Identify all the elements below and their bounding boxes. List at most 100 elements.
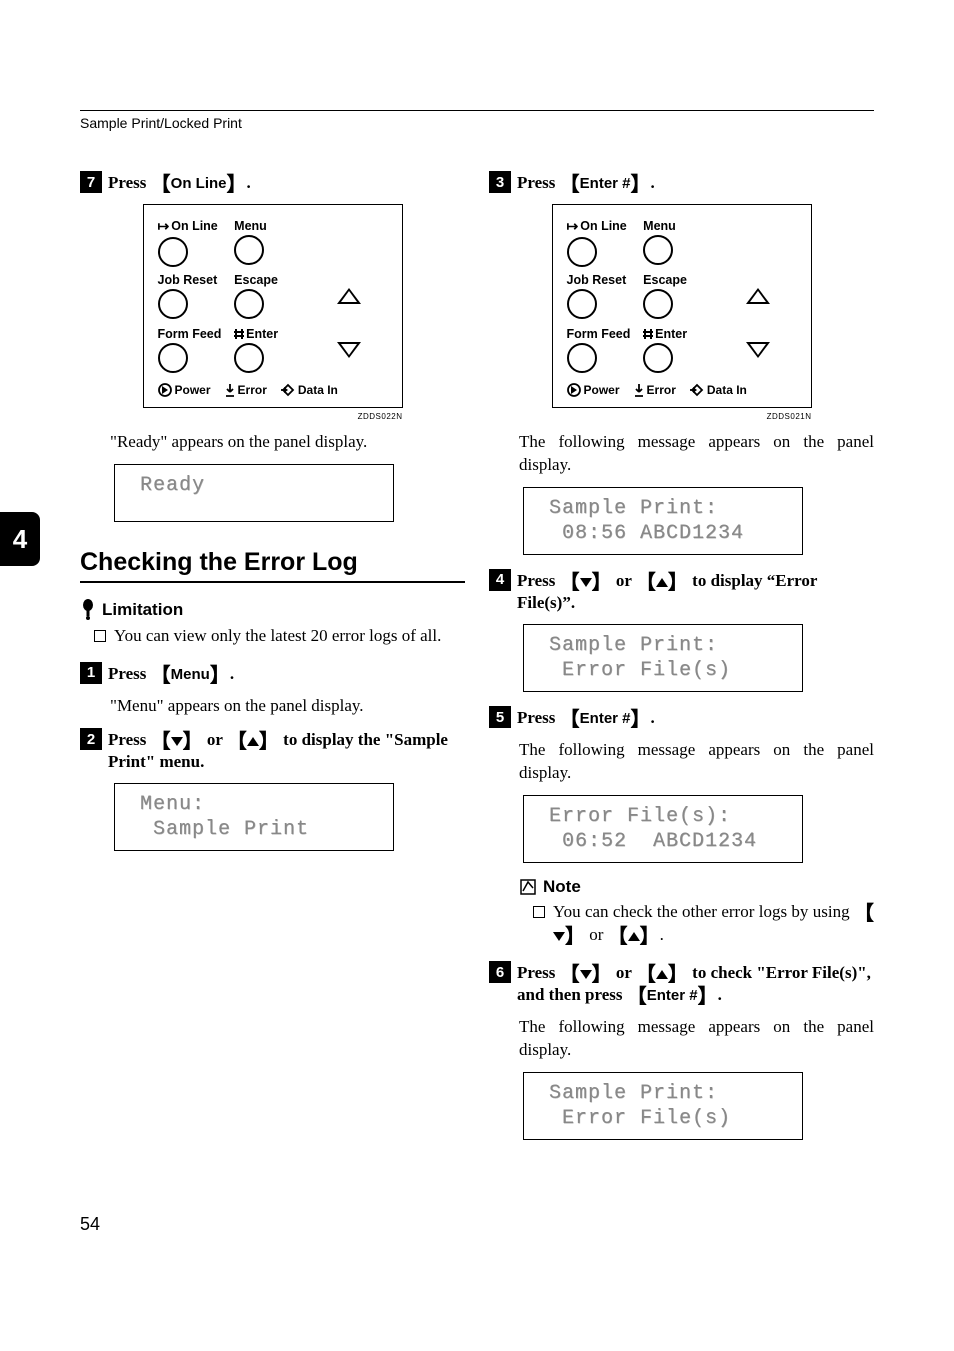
step-number: 7 bbox=[80, 171, 102, 193]
step-text: Press bbox=[517, 708, 560, 727]
key-label: Enter # bbox=[580, 175, 631, 192]
step-text-b: or bbox=[203, 730, 227, 749]
step-text-b: or bbox=[612, 571, 636, 590]
down-arrow-button bbox=[337, 342, 361, 358]
up-arrow-button bbox=[746, 288, 770, 304]
panel-label-escape: Escape bbox=[234, 273, 278, 287]
bullet-icon bbox=[94, 630, 106, 642]
note-label: Note bbox=[543, 877, 581, 897]
step-text-a: Press bbox=[517, 963, 560, 982]
panel-label-jobreset: Job Reset bbox=[567, 273, 627, 287]
key-label: Enter # bbox=[580, 710, 631, 727]
escape-button bbox=[643, 289, 673, 319]
step-6: 6 Press 【】 or 【】 to check "Error File(s)… bbox=[489, 961, 874, 1006]
down-arrow-button bbox=[746, 342, 770, 358]
up-arrow-button bbox=[337, 288, 361, 304]
step-number: 5 bbox=[489, 706, 511, 728]
panel-label-error: Error bbox=[647, 383, 676, 397]
panel-caption: ZDDS022N bbox=[143, 412, 403, 421]
lcd-display: Menu: Sample Print bbox=[114, 783, 394, 851]
step-suffix: . bbox=[651, 708, 655, 727]
step-number: 3 bbox=[489, 171, 511, 193]
panel-label-formfeed: Form Feed bbox=[567, 327, 631, 341]
limitation-item: You can view only the latest 20 error lo… bbox=[94, 625, 465, 648]
step-number: 4 bbox=[489, 569, 511, 591]
message-description: The following message appears on the pan… bbox=[519, 431, 874, 477]
note-heading: Note bbox=[519, 877, 874, 897]
panel-label-enter: Enter bbox=[246, 327, 278, 341]
key-label: On Line bbox=[171, 175, 227, 192]
step-number: 2 bbox=[80, 728, 102, 750]
side-tab: 4 bbox=[0, 512, 40, 566]
limitation-label: Limitation bbox=[102, 600, 183, 620]
enter-button bbox=[643, 343, 673, 373]
step-text: Press bbox=[517, 173, 560, 192]
step-text: Press bbox=[108, 664, 151, 683]
step-2: 2 Press 【】 or 【】 to display the "Sample … bbox=[80, 728, 465, 773]
header-rule bbox=[80, 110, 874, 111]
step-suffix: . bbox=[247, 173, 251, 192]
bullet-icon bbox=[533, 906, 545, 918]
panel-label-power: Power bbox=[175, 383, 211, 397]
up-arrow-icon bbox=[656, 578, 668, 587]
step-5: 5 Press 【Enter #】. bbox=[489, 706, 874, 729]
menu-button bbox=[234, 235, 264, 265]
escape-button bbox=[234, 289, 264, 319]
note-text-a: You can check the other error logs by us… bbox=[553, 902, 854, 921]
page-number: 54 bbox=[80, 1214, 874, 1235]
online-button bbox=[158, 237, 188, 267]
ready-description: "Ready" appears on the panel display. bbox=[110, 431, 465, 454]
step-text-d: . bbox=[718, 985, 722, 1004]
enter-button bbox=[234, 343, 264, 373]
step-text-a: Press bbox=[108, 730, 151, 749]
right-column: 3 Press 【Enter #】. ↦On Line Menu bbox=[489, 171, 874, 1154]
left-column: 7 Press 【On Line】. ↦On Line Menu bbox=[80, 171, 465, 1154]
step-text: Press bbox=[108, 173, 151, 192]
lcd-display: Ready bbox=[114, 464, 394, 522]
step-suffix: . bbox=[651, 173, 655, 192]
formfeed-button bbox=[158, 343, 188, 373]
panel-label-formfeed: Form Feed bbox=[158, 327, 222, 341]
menu-description: "Menu" appears on the panel display. bbox=[110, 695, 465, 718]
panel-label-enter: Enter bbox=[655, 327, 687, 341]
step-7: 7 Press 【On Line】. bbox=[80, 171, 465, 194]
step-3: 3 Press 【Enter #】. bbox=[489, 171, 874, 194]
panel-label-menu: Menu bbox=[234, 219, 267, 233]
lcd-display: Error File(s): 06:52 ABCD1234 bbox=[523, 795, 803, 863]
panel-label-error: Error bbox=[238, 383, 267, 397]
page-header: Sample Print/Locked Print bbox=[80, 115, 874, 131]
up-arrow-icon bbox=[628, 932, 640, 941]
section-title: Checking the Error Log bbox=[80, 548, 465, 583]
menu-button bbox=[643, 235, 673, 265]
panel-label-escape: Escape bbox=[643, 273, 687, 287]
panel-label-datain: Data In bbox=[707, 383, 747, 397]
down-arrow-icon bbox=[580, 970, 592, 979]
panel-label-menu: Menu bbox=[643, 219, 676, 233]
message-description: The following message appears on the pan… bbox=[519, 739, 874, 785]
panel-label-online: On Line bbox=[580, 219, 627, 233]
jobreset-button bbox=[158, 289, 188, 319]
lcd-display: Sample Print: 08:56 ABCD1234 bbox=[523, 487, 803, 555]
panel-label-power: Power bbox=[584, 383, 620, 397]
down-arrow-icon bbox=[553, 932, 565, 941]
up-arrow-icon bbox=[656, 970, 668, 979]
limitation-text: You can view only the latest 20 error lo… bbox=[114, 625, 441, 648]
panel-caption: ZDDS021N bbox=[552, 412, 812, 421]
note-text-b: or bbox=[585, 925, 608, 944]
formfeed-button bbox=[567, 343, 597, 373]
jobreset-button bbox=[567, 289, 597, 319]
limitation-heading: Limitation bbox=[80, 599, 465, 621]
lcd-display: Sample Print: Error File(s) bbox=[523, 1072, 803, 1140]
step-number: 1 bbox=[80, 662, 102, 684]
note-text-c: . bbox=[660, 925, 664, 944]
step-1: 1 Press 【Menu】. bbox=[80, 662, 465, 685]
down-arrow-icon bbox=[580, 578, 592, 587]
down-arrow-icon bbox=[171, 737, 183, 746]
key-label: Enter # bbox=[647, 987, 698, 1004]
lcd-display: Sample Print: Error File(s) bbox=[523, 624, 803, 692]
key-label: Menu bbox=[171, 666, 210, 683]
panel-label-jobreset: Job Reset bbox=[158, 273, 218, 287]
step-text-b: or bbox=[612, 963, 636, 982]
step-suffix: . bbox=[230, 664, 234, 683]
message-description: The following message appears on the pan… bbox=[519, 1016, 874, 1062]
